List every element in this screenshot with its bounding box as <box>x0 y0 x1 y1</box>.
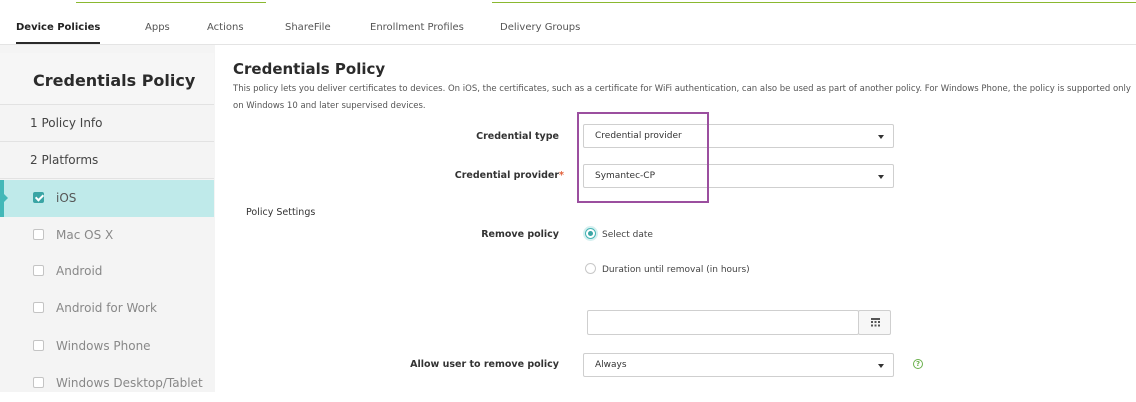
checkbox-icon[interactable] <box>33 265 44 276</box>
date-picker-button[interactable] <box>858 310 891 335</box>
tab-actions[interactable]: Actions <box>207 10 244 44</box>
remove-policy-label: Remove policy <box>481 229 559 240</box>
top-tab-bar: Device Policies Apps Actions ShareFile E… <box>0 10 1136 45</box>
sidebar-item-windows-phone[interactable]: Windows Phone <box>0 328 214 365</box>
checkbox-icon[interactable] <box>33 192 44 203</box>
checkbox-icon[interactable] <box>33 229 44 240</box>
policy-description: This policy lets you deliver certificate… <box>233 84 1131 111</box>
sidebar-item-windows-desktop-tablet[interactable]: Windows Desktop/Tablet <box>0 365 214 402</box>
help-icon[interactable]: ? <box>913 359 923 369</box>
radio-label: Select date <box>602 230 653 240</box>
allow-user-remove-label: Allow user to remove policy <box>410 359 559 370</box>
page-title: Credentials Policy <box>233 60 386 78</box>
removal-date-input[interactable] <box>587 310 859 335</box>
sidebar-item-label: Windows Desktop/Tablet <box>56 376 203 390</box>
sidebar-item-android-for-work[interactable]: Android for Work <box>0 290 214 327</box>
sidebar-item-android[interactable]: Android <box>0 253 214 290</box>
sidebar-item-label: Android for Work <box>56 301 157 315</box>
credential-type-select[interactable]: Credential provider <box>583 124 894 148</box>
wizard-sidebar: Credentials Policy 1 Policy Info 2 Platf… <box>0 45 215 392</box>
tab-sharefile[interactable]: ShareFile <box>285 10 331 44</box>
chevron-down-icon <box>878 135 884 139</box>
required-marker: * <box>559 170 564 181</box>
sidebar-step-policy-info[interactable]: 1 Policy Info <box>0 105 214 142</box>
top-accent-segment <box>76 2 266 3</box>
credential-provider-select[interactable]: Symantec-CP <box>583 164 894 188</box>
radio-select-date[interactable]: Select date <box>585 228 653 240</box>
radio-selected-icon[interactable] <box>585 228 596 239</box>
chevron-down-icon <box>878 175 884 179</box>
policy-settings-heading: Policy Settings <box>246 207 316 218</box>
tab-apps[interactable]: Apps <box>145 10 170 44</box>
top-accent-line <box>0 0 1136 8</box>
credential-type-label: Credential type <box>476 131 559 142</box>
radio-unselected-icon[interactable] <box>585 263 596 274</box>
tab-enrollment-profiles[interactable]: Enrollment Profiles <box>370 10 464 44</box>
tab-delivery-groups[interactable]: Delivery Groups <box>500 10 580 44</box>
radio-duration-until-removal[interactable]: Duration until removal (in hours) <box>585 263 750 275</box>
checkbox-icon[interactable] <box>33 302 44 313</box>
sidebar-item-mac-os-x[interactable]: Mac OS X <box>0 217 214 254</box>
tab-device-policies[interactable]: Device Policies <box>16 10 101 44</box>
credential-type-value: Credential provider <box>595 131 682 141</box>
sidebar-item-label: iOS <box>56 191 77 205</box>
credential-provider-value: Symantec-CP <box>595 171 655 181</box>
credential-provider-label: Credential provider* <box>455 170 564 181</box>
calendar-icon <box>871 318 880 327</box>
radio-label: Duration until removal (in hours) <box>602 265 750 275</box>
checkbox-icon[interactable] <box>33 340 44 351</box>
sidebar-item-label: Mac OS X <box>56 228 114 242</box>
sidebar-title: Credentials Policy <box>0 53 214 105</box>
allow-user-remove-select[interactable]: Always <box>583 353 894 377</box>
top-accent-segment <box>492 2 1136 3</box>
sidebar-item-ios[interactable]: iOS <box>0 180 214 217</box>
sidebar-step-platforms[interactable]: 2 Platforms <box>0 142 214 179</box>
chevron-down-icon <box>878 364 884 368</box>
sidebar-item-label: Windows Phone <box>56 339 151 353</box>
allow-user-remove-value: Always <box>595 360 627 370</box>
credential-provider-label-text: Credential provider <box>454 170 560 181</box>
checkbox-icon[interactable] <box>33 377 44 388</box>
sidebar-item-label: Android <box>56 264 103 278</box>
